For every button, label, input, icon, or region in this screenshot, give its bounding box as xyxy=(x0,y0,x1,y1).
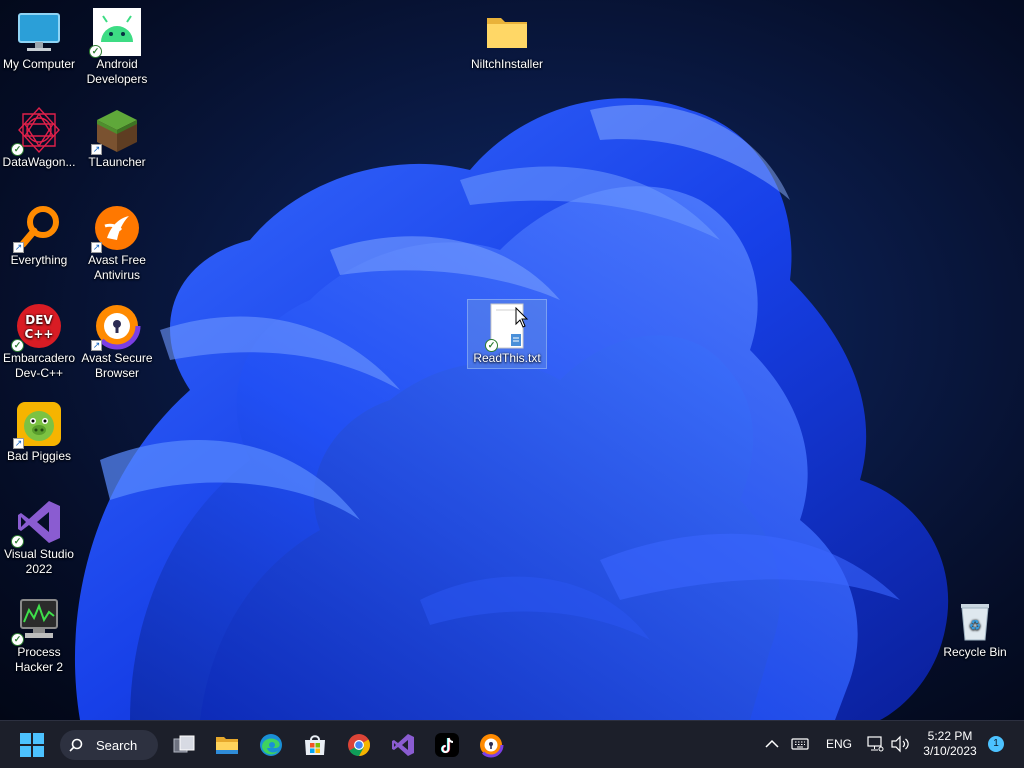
desktop-icon-label: Recycle Bin xyxy=(943,645,1007,659)
taskbar: Search ENG 5:22 PM 3/10/2023 xyxy=(0,720,1024,768)
visual-studio-icon: ✓ xyxy=(11,498,63,548)
desktop-icon-label: DataWagon... xyxy=(2,155,76,169)
speaker-icon xyxy=(891,735,909,753)
datawagon-icon: ✓ xyxy=(11,106,63,156)
desktop-icon-label: Everything xyxy=(10,253,68,267)
desktop-icon-devcpp[interactable]: DEV C++ ✓ Embarcadero Dev-C++ xyxy=(0,302,78,381)
desktop-icon-avast-free-antivirus[interactable]: ↗ Avast Free Antivirus xyxy=(78,204,156,283)
visual-studio-button[interactable] xyxy=(385,727,421,763)
search-icon xyxy=(69,738,83,752)
tiktok-button[interactable] xyxy=(429,727,465,763)
tiktok-icon xyxy=(435,733,459,757)
sync-check-icon: ✓ xyxy=(11,339,24,352)
grass-block-icon: ↗ xyxy=(91,106,141,155)
shortcut-arrow-icon: ↗ xyxy=(13,242,24,253)
avast-browser-icon: ↗ xyxy=(91,302,141,351)
shortcut-arrow-icon: ↗ xyxy=(91,144,102,155)
svg-text:C++: C++ xyxy=(25,327,54,341)
clock-time: 5:22 PM xyxy=(927,729,973,743)
desktop-icon-visual-studio[interactable]: ✓ Visual Studio 2022 xyxy=(0,498,78,577)
touch-keyboard-button[interactable] xyxy=(791,736,809,752)
network-icon xyxy=(867,736,884,752)
desktop-icon-label: Visual Studio 2022 xyxy=(4,547,74,576)
task-view-button[interactable] xyxy=(166,727,202,763)
search-label: Search xyxy=(96,737,138,753)
shortcut-arrow-icon: ↗ xyxy=(91,242,102,253)
desktop-icon-label: My Computer xyxy=(2,57,76,71)
edge-icon xyxy=(260,734,282,756)
desktop-icon-recycle-bin[interactable]: ♻ Recycle Bin xyxy=(936,596,1014,660)
desktop-icon-label: ReadThis.txt xyxy=(473,351,541,365)
desktop-icon-label: NiltchInstaller xyxy=(470,57,544,71)
svg-text:DEV: DEV xyxy=(25,313,53,327)
windows-logo-icon xyxy=(20,733,44,757)
magnifier-icon: ↗ xyxy=(13,204,63,253)
start-button[interactable] xyxy=(14,727,50,763)
keyboard-icon xyxy=(791,738,809,750)
desktop-icon-label: Bad Piggies xyxy=(6,449,72,463)
desktop-icon-android-developers[interactable]: ✓ Android Developers xyxy=(78,8,156,87)
desktop-icon-label: Embarcadero Dev-C++ xyxy=(2,351,76,380)
taskbar-search[interactable]: Search xyxy=(60,730,158,760)
visual-studio-icon xyxy=(392,734,414,756)
chevron-up-icon xyxy=(765,739,779,748)
store-button[interactable] xyxy=(297,727,333,763)
microsoft-store-icon xyxy=(305,735,325,755)
edge-button[interactable] xyxy=(253,727,289,763)
desktop-icon-everything[interactable]: ↗ Everything xyxy=(0,204,78,268)
notification-badge[interactable]: 1 xyxy=(988,736,1004,752)
desktop-icon-bad-piggies[interactable]: ↗ Bad Piggies xyxy=(0,400,78,464)
network-button[interactable] xyxy=(866,735,884,753)
android-icon: ✓ xyxy=(89,8,141,58)
desktop[interactable]: My Computer ✓ DataWagon... ↗ Everything … xyxy=(0,0,1024,720)
avast-browser-button[interactable] xyxy=(473,727,509,763)
file-explorer-icon xyxy=(216,737,238,754)
sync-check-icon: ✓ xyxy=(11,535,24,548)
sync-check-icon: ✓ xyxy=(485,339,498,352)
desktop-icon-label: Avast Free Antivirus xyxy=(88,253,146,282)
sync-check-icon: ✓ xyxy=(89,45,102,58)
chrome-button[interactable] xyxy=(341,727,377,763)
desktop-icon-avast-secure-browser[interactable]: ↗ Avast Secure Browser xyxy=(78,302,156,381)
bad-piggies-icon: ↗ xyxy=(13,400,63,449)
show-hidden-icons-button[interactable] xyxy=(764,736,780,752)
svg-text:♻: ♻ xyxy=(969,618,982,634)
avast-icon: ↗ xyxy=(91,204,141,253)
sync-check-icon: ✓ xyxy=(11,633,24,646)
volume-button[interactable] xyxy=(890,735,910,753)
mouse-cursor-icon xyxy=(515,307,529,328)
desktop-icon-tlauncher[interactable]: ↗ TLauncher xyxy=(78,106,156,170)
avast-browser-icon xyxy=(478,732,504,758)
monitor-icon xyxy=(15,8,63,56)
language-indicator[interactable]: ENG xyxy=(826,737,852,751)
clock[interactable]: 5:22 PM 3/10/2023 xyxy=(918,729,982,759)
desktop-icon-label: Avast Secure Browser xyxy=(81,351,153,380)
desktop-icon-label: TLauncher xyxy=(88,155,146,169)
desktop-icon-datawagon[interactable]: ✓ DataWagon... xyxy=(0,106,78,170)
desktop-icon-label: Android Developers xyxy=(86,57,148,86)
desktop-icon-readthis[interactable]: ✓ ReadThis.txt xyxy=(467,299,547,369)
folder-icon xyxy=(483,8,531,56)
sync-check-icon: ✓ xyxy=(11,143,24,156)
clock-date: 3/10/2023 xyxy=(923,744,977,758)
recycle-bin-icon: ♻ xyxy=(951,596,999,644)
shortcut-arrow-icon: ↗ xyxy=(91,340,102,351)
shortcut-arrow-icon: ↗ xyxy=(13,438,24,449)
file-explorer-button[interactable] xyxy=(209,727,245,763)
task-view-icon xyxy=(173,735,195,753)
process-hacker-icon: ✓ xyxy=(11,596,63,646)
desktop-icon-process-hacker[interactable]: ✓ Process Hacker 2 xyxy=(0,596,78,675)
desktop-icon-my-computer[interactable]: My Computer xyxy=(0,8,78,72)
chrome-icon xyxy=(348,734,370,756)
desktop-icon-label: Process Hacker 2 xyxy=(14,645,64,674)
devcpp-icon: DEV C++ ✓ xyxy=(11,302,63,352)
desktop-icon-niltchinstaller[interactable]: NiltchInstaller xyxy=(468,8,546,72)
